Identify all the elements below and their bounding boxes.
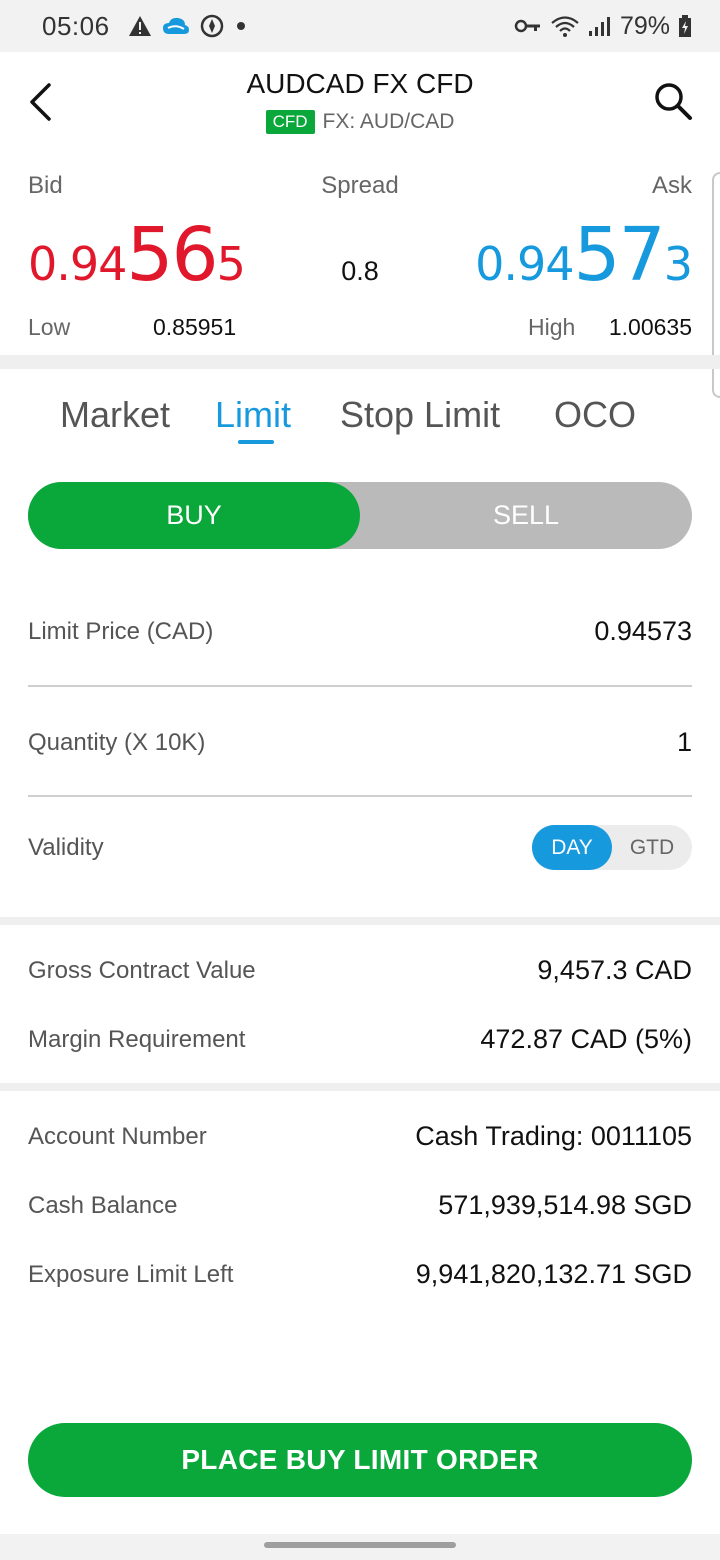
validity-label: Validity	[28, 834, 104, 861]
compass-icon	[200, 14, 224, 38]
warning-icon	[128, 15, 152, 37]
search-button[interactable]	[648, 76, 698, 126]
cash-balance-value: 571,939,514.98 SGD	[438, 1190, 692, 1220]
account-number-label: Account Number	[28, 1123, 207, 1150]
home-gesture-handle[interactable]	[264, 1542, 456, 1548]
status-bar: 05:06 79%	[0, 0, 720, 52]
high-value: 1.00635	[608, 314, 692, 340]
limit-price-input[interactable]: 0.94573	[594, 616, 692, 647]
instrument-subtitle: CFD FX: AUD/CAD	[0, 110, 720, 134]
exposure-limit-label: Exposure Limit Left	[28, 1261, 234, 1288]
buy-button[interactable]: BUY	[28, 482, 360, 549]
section-divider	[0, 917, 720, 925]
dot-icon	[234, 19, 248, 33]
tab-limit[interactable]: Limit	[215, 394, 291, 436]
app-header: AUDCAD FX CFD CFD FX: AUD/CAD	[0, 52, 720, 156]
validity-toggle: DAY GTD	[532, 825, 692, 870]
instrument-title: AUDCAD FX CFD	[246, 68, 474, 99]
quantity-input[interactable]: 1	[677, 727, 692, 758]
gross-contract-value-label: Gross Contract Value	[28, 957, 256, 984]
low-label: Low	[28, 314, 71, 340]
ask-price[interactable]: 0.94573	[475, 212, 693, 298]
order-type-tabs: Market Limit Stop Limit OCO	[0, 370, 720, 460]
battery-percent: 79%	[619, 11, 670, 40]
ask-price-prefix: 0.94	[475, 237, 574, 291]
cash-balance-label: Cash Balance	[28, 1192, 178, 1219]
low-value: 0.85951	[153, 314, 237, 340]
active-tab-indicator	[238, 440, 274, 444]
tab-stop-limit[interactable]: Stop Limit	[340, 394, 500, 436]
signal-icon	[588, 15, 612, 37]
exposure-limit-value: 9,941,820,132.71 SGD	[415, 1259, 692, 1289]
account-number-value[interactable]: Cash Trading: 0011105	[415, 1121, 692, 1152]
place-order-button[interactable]: PLACE BUY LIMIT ORDER	[28, 1423, 692, 1497]
quantity-label: Quantity (X 10K)	[28, 729, 206, 756]
sell-button[interactable]: SELL	[360, 482, 692, 549]
cloud-icon	[162, 16, 190, 36]
search-icon	[655, 83, 692, 120]
cfd-badge: CFD	[265, 110, 315, 134]
field-divider	[28, 685, 692, 687]
spread-label: Spread	[321, 172, 399, 199]
status-time: 05:06	[42, 10, 110, 41]
instrument-market: FX: AUD/CAD	[322, 110, 455, 133]
vpn-key-icon	[514, 18, 542, 34]
validity-day-option[interactable]: DAY	[532, 825, 612, 870]
ask-label: Ask	[651, 172, 692, 199]
buy-sell-toggle: BUY SELL	[28, 482, 692, 549]
section-divider	[0, 355, 720, 369]
tab-oco[interactable]: OCO	[554, 394, 636, 436]
ask-price-big: 57	[573, 212, 666, 298]
limit-price-label: Limit Price (CAD)	[28, 618, 214, 645]
margin-requirement-label: Margin Requirement	[28, 1026, 246, 1053]
field-divider	[28, 795, 692, 797]
system-nav-bar	[0, 1534, 720, 1560]
battery-charging-icon	[678, 15, 692, 37]
tab-market[interactable]: Market	[60, 394, 170, 436]
gross-contract-value: 9,457.3 CAD	[537, 955, 692, 985]
margin-requirement-value: 472.87 CAD (5%)	[480, 1024, 692, 1054]
quote-panel: Bid Spread Ask 0.94565 0.8 0.94573 Low 0…	[0, 156, 720, 354]
wifi-icon	[550, 14, 580, 38]
ask-price-suffix: 3	[663, 237, 693, 291]
section-divider	[0, 1083, 720, 1091]
high-label: High	[528, 314, 576, 340]
validity-gtd-option[interactable]: GTD	[612, 825, 692, 870]
